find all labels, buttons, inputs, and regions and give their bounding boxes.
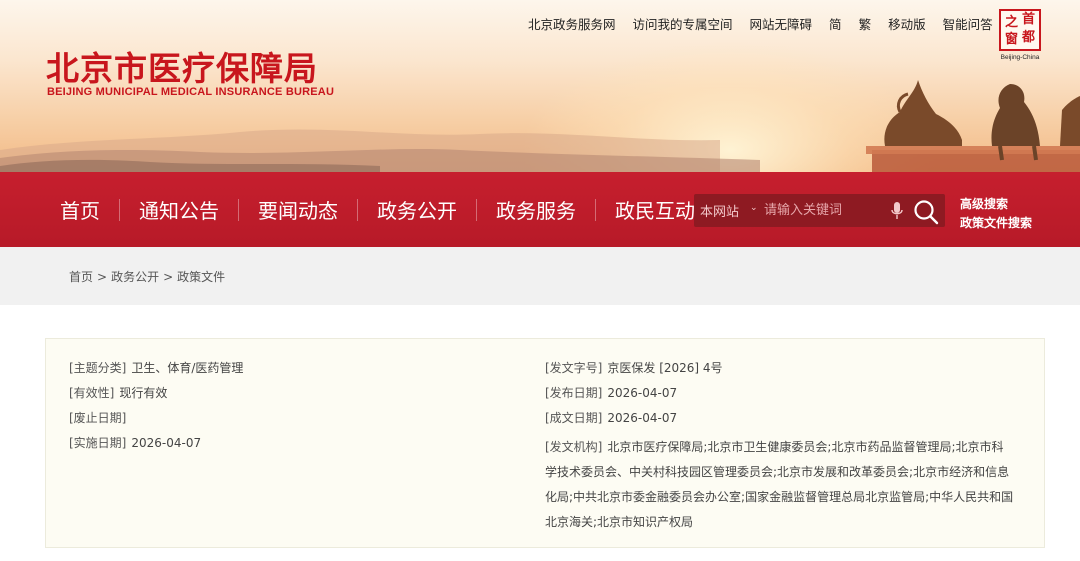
info-row-effective-date: [实施日期] 2026-04-07 bbox=[69, 435, 201, 451]
seal-char: 之 bbox=[1005, 15, 1019, 30]
breadcrumb-bar: 首页 > 政务公开 > 政策文件 bbox=[0, 247, 1080, 305]
breadcrumb-policy-docs[interactable]: 政策文件 bbox=[177, 270, 225, 284]
info-label: [发布日期] bbox=[545, 386, 603, 400]
info-row-publish-date: [发布日期] 2026-04-07 bbox=[545, 385, 677, 401]
breadcrumb-separator: > bbox=[97, 270, 108, 284]
breadcrumb-gov-affairs[interactable]: 政务公开 bbox=[111, 270, 159, 284]
top-link-accessibility[interactable]: 网站无障碍 bbox=[750, 14, 813, 32]
top-link-mobile[interactable]: 移动版 bbox=[888, 14, 926, 32]
document-info-card: [主题分类] 卫生、体育/医药管理 [有效性] 现行有效 [废止日期] [实施日期]… bbox=[45, 338, 1045, 548]
nav-item-gov-affairs[interactable]: 政务公开 bbox=[358, 195, 476, 224]
info-value: 2026-04-07 bbox=[131, 436, 202, 450]
info-value: 卫生、体育/医药管理 bbox=[131, 361, 244, 375]
policy-search-link[interactable]: 政策文件搜索 bbox=[960, 214, 1032, 233]
info-value: 2026-04-07 bbox=[607, 386, 678, 400]
advanced-search-link[interactable]: 高级搜索 bbox=[960, 195, 1032, 214]
search-scope-select[interactable]: 本网站 bbox=[700, 201, 739, 220]
info-label: [实施日期] bbox=[69, 436, 127, 450]
info-value: 2026-04-07 bbox=[607, 411, 678, 425]
info-value: 现行有效 bbox=[119, 386, 168, 400]
info-row-topic: [主题分类] 卫生、体育/医药管理 bbox=[69, 360, 243, 376]
info-label: [成文日期] bbox=[545, 411, 603, 425]
capital-window-seal[interactable]: 首 都 之 窗 Beijing-China bbox=[996, 9, 1044, 63]
nav-item-notices[interactable]: 通知公告 bbox=[120, 195, 238, 224]
seal-char: 都 bbox=[1022, 30, 1036, 45]
info-label: [废止日期] bbox=[69, 411, 127, 425]
top-link-personal-space[interactable]: 访问我的专属空间 bbox=[633, 14, 733, 32]
advanced-search-links: 高级搜索 政策文件搜索 bbox=[960, 195, 1032, 233]
info-row-doc-number: [发文字号] 京医保发 [2026] 4号 bbox=[545, 360, 723, 376]
breadcrumb-separator: > bbox=[163, 270, 174, 284]
search-input[interactable] bbox=[764, 200, 884, 221]
top-link-smart-qa[interactable]: 智能问答 bbox=[943, 14, 993, 32]
seal-caption: Beijing-China bbox=[1000, 54, 1040, 61]
search-box: 本网站 ⌄ bbox=[694, 194, 945, 227]
info-row-written-date: [成文日期] 2026-04-07 bbox=[545, 410, 677, 426]
chevron-down-icon[interactable]: ⌄ bbox=[750, 203, 758, 213]
search-icon[interactable] bbox=[912, 198, 940, 226]
info-label: [主题分类] bbox=[69, 361, 127, 375]
top-link-simplified[interactable]: 简 bbox=[829, 14, 842, 32]
microphone-icon[interactable] bbox=[890, 200, 904, 222]
site-logo-subtitle[interactable]: BEIJING MUNICIPAL MEDICAL INSURANCE BURE… bbox=[47, 86, 334, 98]
breadcrumb-home[interactable]: 首页 bbox=[69, 270, 93, 284]
nav-item-news[interactable]: 要闻动态 bbox=[239, 195, 357, 224]
seal-char: 首 bbox=[1022, 12, 1036, 27]
site-logo-title[interactable]: 北京市医疗保障局 bbox=[46, 42, 318, 90]
nav-items: 首页 通知公告 要闻动态 政务公开 政务服务 政民互动 bbox=[46, 172, 714, 247]
seal-char: 窗 bbox=[1005, 32, 1019, 47]
info-value: 京医保发 [2026] 4号 bbox=[607, 361, 723, 375]
info-row-issuer: [发文机构] 北京市医疗保障局;北京市卫生健康委员会;北京市药品监督管理局;北京市… bbox=[545, 435, 1015, 535]
header-banner: 北京市医疗保障局 BEIJING MUNICIPAL MEDICAL INSUR… bbox=[0, 0, 1080, 172]
info-label: [发文机构] bbox=[545, 440, 603, 454]
info-value: 北京市医疗保障局;北京市卫生健康委员会;北京市药品监督管理局;北京市科学技术委员… bbox=[545, 440, 1014, 529]
info-label: [有效性] bbox=[69, 386, 115, 400]
breadcrumb: 首页 > 政务公开 > 政策文件 bbox=[69, 268, 225, 285]
info-label: [发文字号] bbox=[545, 361, 603, 375]
top-link-gov-service[interactable]: 北京政务服务网 bbox=[528, 14, 616, 32]
nav-item-gov-services[interactable]: 政务服务 bbox=[477, 195, 595, 224]
info-row-validity: [有效性] 现行有效 bbox=[69, 385, 167, 401]
top-links: 北京政务服务网 访问我的专属空间 网站无障碍 简 繁 移动版 智能问答 bbox=[528, 14, 993, 32]
top-link-traditional[interactable]: 繁 bbox=[859, 14, 872, 32]
info-row-abolish-date: [废止日期] bbox=[69, 410, 131, 426]
nav-item-home[interactable]: 首页 bbox=[46, 195, 119, 224]
